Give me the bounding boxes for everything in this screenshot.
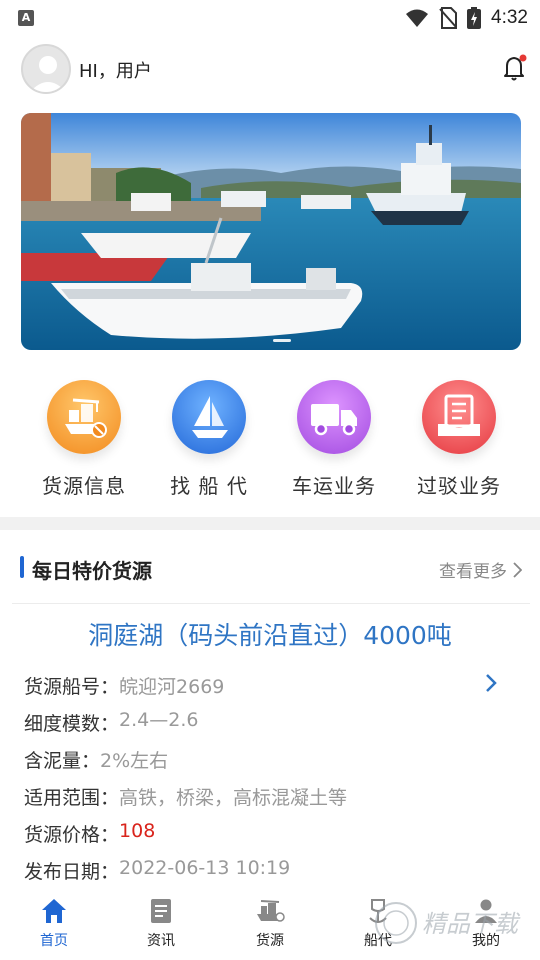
cargo-field-usage: 适用范围： 高铁，桥梁，高标混凝土等 <box>24 783 347 810</box>
field-key: 适用范围： <box>24 787 120 809</box>
quick-entry-truck-transport[interactable]: 车运业务 <box>269 380 399 499</box>
chevron-right-icon <box>486 674 497 692</box>
crane-ship-icon <box>47 380 121 454</box>
cargo-field-mud-content: 含泥量： 2%左右 <box>24 746 168 773</box>
sailboat-icon <box>172 380 246 454</box>
tab-news[interactable]: 资讯 <box>121 896 201 950</box>
field-key: 货源船号： <box>24 676 120 698</box>
field-value: 皖迎河2669 <box>119 676 225 698</box>
carousel-indicator[interactable] <box>273 339 291 342</box>
cargo-field-date: 发布日期： 2022-06-13 10:19 <box>24 857 290 884</box>
section-accent-bar <box>20 556 24 578</box>
cargo-ship-icon <box>255 896 285 926</box>
field-value: 高铁，桥梁，高标混凝土等 <box>119 787 348 809</box>
tab-label: 货源 <box>256 933 284 949</box>
user-icon <box>30 56 66 92</box>
no-sim-icon <box>439 7 458 29</box>
battery-icon <box>467 7 482 29</box>
quick-entry-cargo-info[interactable]: 货源信息 <box>19 380 149 499</box>
field-value: 2022-06-13 10:19 <box>119 857 291 879</box>
greeting: HI，用户 <box>79 61 152 82</box>
watermark: 精品下载 <box>370 898 540 948</box>
view-more-label: 查看更多 <box>439 562 507 582</box>
cargo-title[interactable]: 洞庭湖（码头前沿直过）4000吨 <box>0 616 540 652</box>
tab-cargo[interactable]: 货源 <box>230 896 310 950</box>
section-divider <box>0 517 540 530</box>
wifi-icon <box>406 9 429 27</box>
field-value: 2.4—2.6 <box>119 709 199 731</box>
field-key: 发布日期： <box>24 861 120 883</box>
bell-icon <box>504 54 527 81</box>
section-title: 每日特价货源 <box>32 559 152 583</box>
cargo-field-fineness: 细度模数： 2.4—2.6 <box>24 709 198 736</box>
cargo-detail-button[interactable] <box>484 672 498 698</box>
field-key: 细度模数： <box>24 713 120 735</box>
notification-button[interactable] <box>502 54 528 82</box>
quick-entry-label: 找 船 代 <box>170 474 248 498</box>
quick-entry-label: 货源信息 <box>42 474 126 498</box>
truck-icon <box>297 380 371 454</box>
banner-carousel[interactable] <box>21 113 521 350</box>
field-value: 2%左右 <box>100 750 169 772</box>
avatar[interactable] <box>21 44 71 94</box>
chevron-right-icon <box>513 561 522 578</box>
quick-entry-label: 过驳业务 <box>417 474 501 498</box>
banner-image <box>21 113 521 350</box>
quick-entry-ship-agent[interactable]: 找 船 代 <box>144 380 274 499</box>
price-value: 108 <box>119 820 156 842</box>
news-icon <box>146 896 176 926</box>
cargo-field-ship-number: 货源船号： 皖迎河2669 <box>24 672 224 699</box>
document-tray-icon <box>422 380 496 454</box>
notification-dot <box>519 54 527 62</box>
status-bar: A 4:32 <box>0 0 540 36</box>
field-key: 含泥量： <box>24 750 101 772</box>
tab-home[interactable]: 首页 <box>14 896 94 950</box>
quick-entry-label: 车运业务 <box>292 474 376 498</box>
view-more-link[interactable]: 查看更多 <box>439 557 522 582</box>
home-icon <box>39 896 69 926</box>
cargo-field-price: 货源价格： 108 <box>24 820 155 847</box>
field-key: 货源价格： <box>24 824 120 846</box>
tab-label: 首页 <box>40 933 68 949</box>
clock: 4:32 <box>491 7 528 28</box>
separator-line <box>12 603 530 604</box>
notification-badge: A <box>18 10 34 26</box>
watermark-text: 精品下载 <box>422 910 521 938</box>
tab-label: 资讯 <box>147 933 175 949</box>
quick-entry-lighterage[interactable]: 过驳业务 <box>394 380 524 499</box>
